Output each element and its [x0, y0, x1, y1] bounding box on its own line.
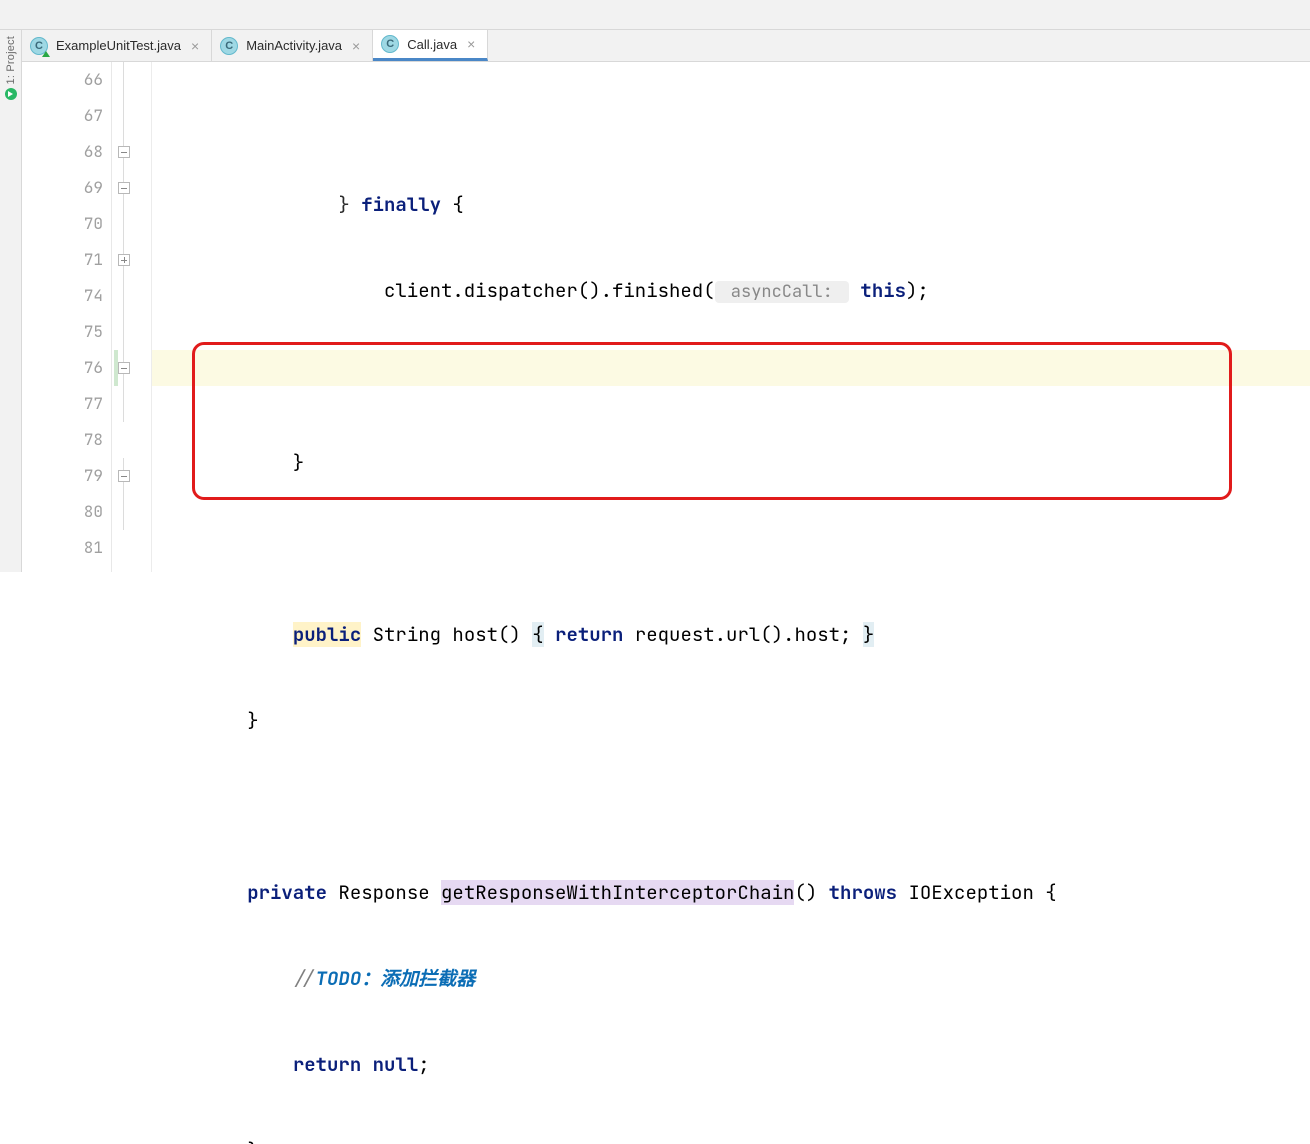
line-number: 81 — [22, 530, 111, 566]
fold-toggle-icon[interactable] — [118, 362, 130, 374]
code-line: client.dispatcher().finished( asyncCall:… — [152, 273, 1310, 309]
line-number: 67 — [22, 98, 111, 134]
code-editor[interactable]: 666768697071747576@7778798081 } finally … — [22, 62, 1310, 572]
run-indicator-icon[interactable] — [5, 88, 17, 100]
line-number-gutter: 666768697071747576@7778798081 — [22, 62, 112, 572]
code-area[interactable]: } finally { client.dispatcher().finished… — [152, 62, 1310, 572]
line-number: 66 — [22, 62, 111, 98]
code-line: //TODO：添加拦截器 — [152, 961, 1310, 997]
line-number: 80 — [22, 494, 111, 530]
java-class-icon: C — [381, 35, 399, 53]
fold-toggle-icon[interactable] — [118, 146, 130, 158]
code-line: public String host() { return request.ur… — [152, 617, 1310, 653]
close-icon[interactable]: × — [189, 38, 201, 54]
fold-toggle-icon[interactable] — [118, 182, 130, 194]
fold-gutter — [112, 62, 152, 572]
line-number: 71 — [22, 242, 111, 278]
editor-tabs: C ExampleUnitTest.java × C MainActivity.java… — [22, 30, 1310, 62]
inlay-hint: asyncCall: — [715, 281, 849, 303]
tab-label: Call.java — [407, 37, 457, 52]
code-line: return null; — [152, 1047, 1310, 1083]
code-line — [152, 789, 1310, 825]
code-line: private Response getResponseWithIntercep… — [152, 875, 1310, 911]
tab-label: MainActivity.java — [246, 38, 342, 53]
vcs-change-marker[interactable] — [114, 350, 118, 386]
line-number: 70 — [22, 206, 111, 242]
java-class-icon: C — [220, 37, 238, 55]
editor-tab[interactable]: C ExampleUnitTest.java × — [22, 30, 212, 61]
code-line — [152, 531, 1310, 567]
line-number: 74 — [22, 278, 111, 314]
editor-tab[interactable]: C MainActivity.java × — [212, 30, 373, 61]
code-line: } — [152, 445, 1310, 481]
line-number: 68 — [22, 134, 111, 170]
fold-toggle-icon[interactable] — [118, 254, 130, 266]
editor-tab[interactable]: C Call.java × — [373, 30, 488, 61]
java-class-icon: C — [30, 37, 48, 55]
current-line-highlight — [152, 350, 1310, 386]
code-line: } — [152, 1133, 1310, 1144]
line-number: 79 — [22, 458, 111, 494]
close-icon[interactable]: × — [465, 36, 477, 52]
code-line: } — [152, 703, 1310, 739]
line-number: 75 — [22, 314, 111, 350]
tab-label: ExampleUnitTest.java — [56, 38, 181, 53]
left-tool-strip: 1: Project — [0, 30, 22, 572]
main-toolbar — [0, 0, 1310, 30]
line-number: 76@ — [22, 350, 111, 386]
line-number: 78 — [22, 422, 111, 458]
code-line: } finally { — [152, 187, 1310, 223]
fold-toggle-icon[interactable] — [118, 470, 130, 482]
project-tool-button[interactable]: 1: Project — [5, 36, 17, 84]
line-number: 69 — [22, 170, 111, 206]
line-number: 77 — [22, 386, 111, 422]
close-icon[interactable]: × — [350, 38, 362, 54]
